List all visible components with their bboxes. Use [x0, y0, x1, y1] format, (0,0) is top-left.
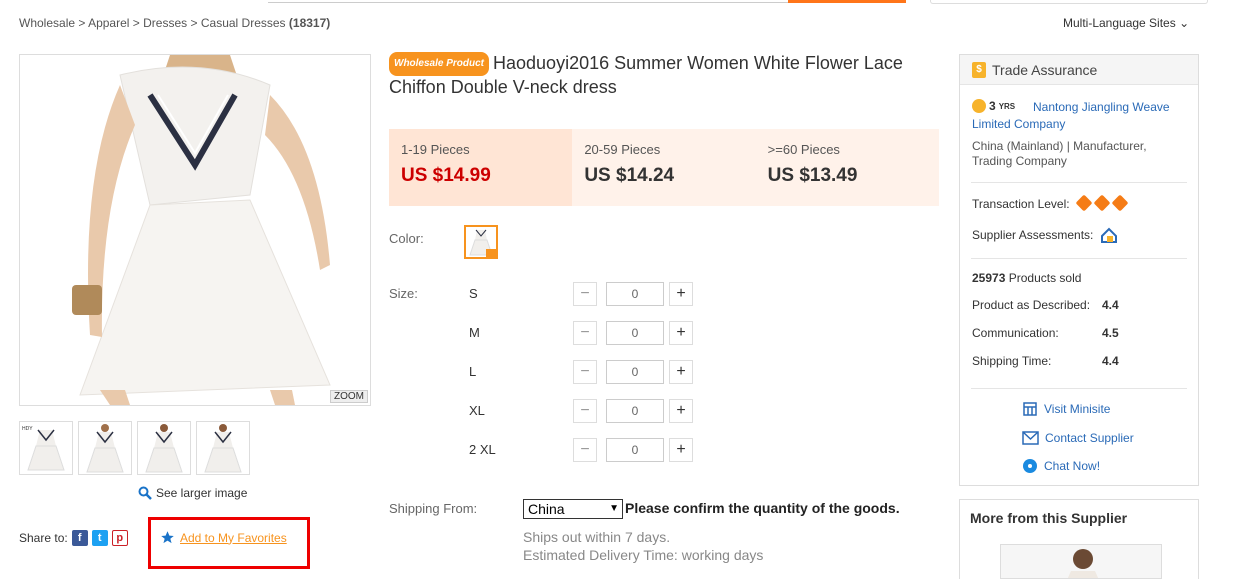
breadcrumb-count: (18317) [288, 16, 331, 30]
divider [971, 388, 1187, 389]
trade-assurance-header: $ Trade Assurance [960, 55, 1198, 85]
thumb-image [86, 424, 124, 473]
chat-now-link[interactable]: Chat Now! [1022, 458, 1100, 474]
rating-label-described: Product as Described: [972, 298, 1091, 312]
shipping-from-label: Shipping From: [389, 501, 478, 516]
more-product-thumbnail[interactable] [1000, 544, 1162, 579]
divider [971, 182, 1187, 183]
contact-supplier-link[interactable]: Contact Supplier [1022, 431, 1134, 445]
assessment-icon[interactable] [1100, 226, 1118, 244]
thumbnail-3[interactable] [137, 421, 191, 475]
color-swatch[interactable] [464, 225, 498, 259]
increase-xl-button[interactable]: + [669, 399, 693, 423]
store-icon [1023, 402, 1037, 416]
thumb-image [145, 424, 183, 473]
divider [971, 258, 1187, 259]
increase-s-button[interactable]: + [669, 282, 693, 306]
facebook-icon[interactable]: f [71, 530, 88, 546]
thumbnail-2[interactable] [78, 421, 132, 475]
more-from-supplier-title: More from this Supplier [970, 510, 1128, 526]
size-name-s: S [469, 286, 478, 301]
trade-assurance-icon: $ [972, 61, 986, 78]
confirm-quantity-message: Please confirm the quantity of the goods… [625, 500, 900, 516]
size-name-m: M [469, 325, 480, 340]
rating-value-communication: 4.5 [1102, 326, 1119, 340]
pinterest-icon[interactable]: p [111, 530, 128, 546]
shipping-from-select[interactable]: China ▼ [523, 499, 623, 519]
more-product-image [1001, 545, 1161, 578]
breadcrumb-apparel[interactable]: Apparel [88, 16, 129, 30]
search-bar[interactable] [268, 0, 788, 3]
transaction-level-label: Transaction Level: [972, 197, 1070, 211]
add-to-favorites-link[interactable]: Add to My Favorites [160, 530, 287, 545]
rating-label-communication: Communication: [972, 326, 1059, 340]
rating-label-shipping: Shipping Time: [972, 354, 1052, 368]
ships-out-text: Ships out within 7 days. [523, 529, 671, 545]
thumb-image [204, 424, 242, 473]
supplier-name-link[interactable]: Nantong Jiangling Weave Limited Company [972, 99, 1184, 133]
diamond-icon [1111, 194, 1129, 212]
increase-m-button[interactable]: + [669, 321, 693, 345]
search-icon [138, 486, 152, 500]
decrease-2xl-button[interactable]: − [573, 438, 597, 462]
supplier-location: China (Mainland) | Manufacturer, Trading… [972, 139, 1147, 168]
twitter-icon[interactable]: t [91, 530, 108, 546]
delivery-time-text: Estimated Delivery Time: working days [523, 547, 764, 563]
star-icon [161, 531, 174, 544]
product-title: Wholesale Product Haoduoyi2016 Summer Wom… [389, 52, 903, 97]
decrease-l-button[interactable]: − [573, 360, 597, 384]
size-name-2xl: 2 XL [469, 442, 496, 457]
swatch-image [469, 229, 496, 257]
mail-icon [1022, 431, 1039, 445]
breadcrumb-casual-dresses[interactable]: Casual Dresses [201, 16, 286, 30]
svg-text:HDY: HDY [22, 426, 33, 432]
quantity-input-m[interactable]: 0 [606, 321, 664, 345]
size-label: Size: [389, 286, 418, 301]
quantity-input-l[interactable]: 0 [606, 360, 664, 384]
share-label: Share to: [19, 531, 68, 545]
increase-l-button[interactable]: + [669, 360, 693, 384]
color-label: Color: [389, 231, 424, 246]
price-tier-3: >=60 Pieces US $13.49 [767, 142, 858, 186]
header-control[interactable] [930, 0, 1208, 4]
decrease-s-button[interactable]: − [573, 282, 597, 306]
chat-icon [1023, 459, 1037, 473]
main-product-image[interactable]: ZOOM [19, 54, 371, 406]
diamond-icon [1075, 194, 1093, 212]
size-name-l: L [469, 364, 477, 379]
dropdown-arrow-icon: ▼ [609, 503, 619, 514]
dress-photo [20, 55, 370, 405]
diamond-icon [1093, 194, 1111, 212]
wholesale-badge: Wholesale Product [389, 52, 490, 76]
breadcrumb-dresses[interactable]: Dresses [143, 16, 187, 30]
supplier-assessments-label: Supplier Assessments: [972, 228, 1094, 242]
size-name-xl: XL [469, 403, 485, 418]
see-larger-image-link[interactable]: See larger image [138, 486, 247, 500]
share-bar: Share to: f t p [19, 530, 128, 546]
transaction-level-diamonds [1075, 194, 1132, 212]
price-tier-2: 20-59 Pieces US $14.24 [584, 142, 675, 186]
thumbnail-4[interactable] [196, 421, 250, 475]
quantity-input-2xl[interactable]: 0 [606, 438, 664, 462]
decrease-xl-button[interactable]: − [573, 399, 597, 423]
chevron-down-icon: ⌄ [1179, 16, 1190, 30]
products-sold: 25973 Products sold [972, 271, 1082, 285]
zoom-label: ZOOM [330, 390, 368, 403]
quantity-input-xl[interactable]: 0 [606, 399, 664, 423]
thumbnail-1[interactable]: HDY [19, 421, 73, 475]
quantity-input-s[interactable]: 0 [606, 282, 664, 306]
price-tier-1: 1-19 Pieces US $14.99 [389, 129, 573, 206]
price-tiers: 1-19 Pieces US $14.99 20-59 Pieces US $1… [389, 129, 939, 206]
rating-value-shipping: 4.4 [1102, 354, 1119, 368]
visit-minisite-link[interactable]: Visit Minisite [1022, 401, 1110, 417]
search-button[interactable] [788, 0, 906, 3]
rating-value-described: 4.4 [1102, 298, 1119, 312]
increase-2xl-button[interactable]: + [669, 438, 693, 462]
breadcrumb: Wholesale > Apparel > Dresses > Casual D… [19, 16, 331, 30]
multi-language-dropdown[interactable]: Multi-Language Sites ⌄ [1063, 16, 1189, 30]
thumb-image: HDY [22, 426, 65, 471]
breadcrumb-wholesale[interactable]: Wholesale [19, 16, 75, 30]
decrease-m-button[interactable]: − [573, 321, 597, 345]
